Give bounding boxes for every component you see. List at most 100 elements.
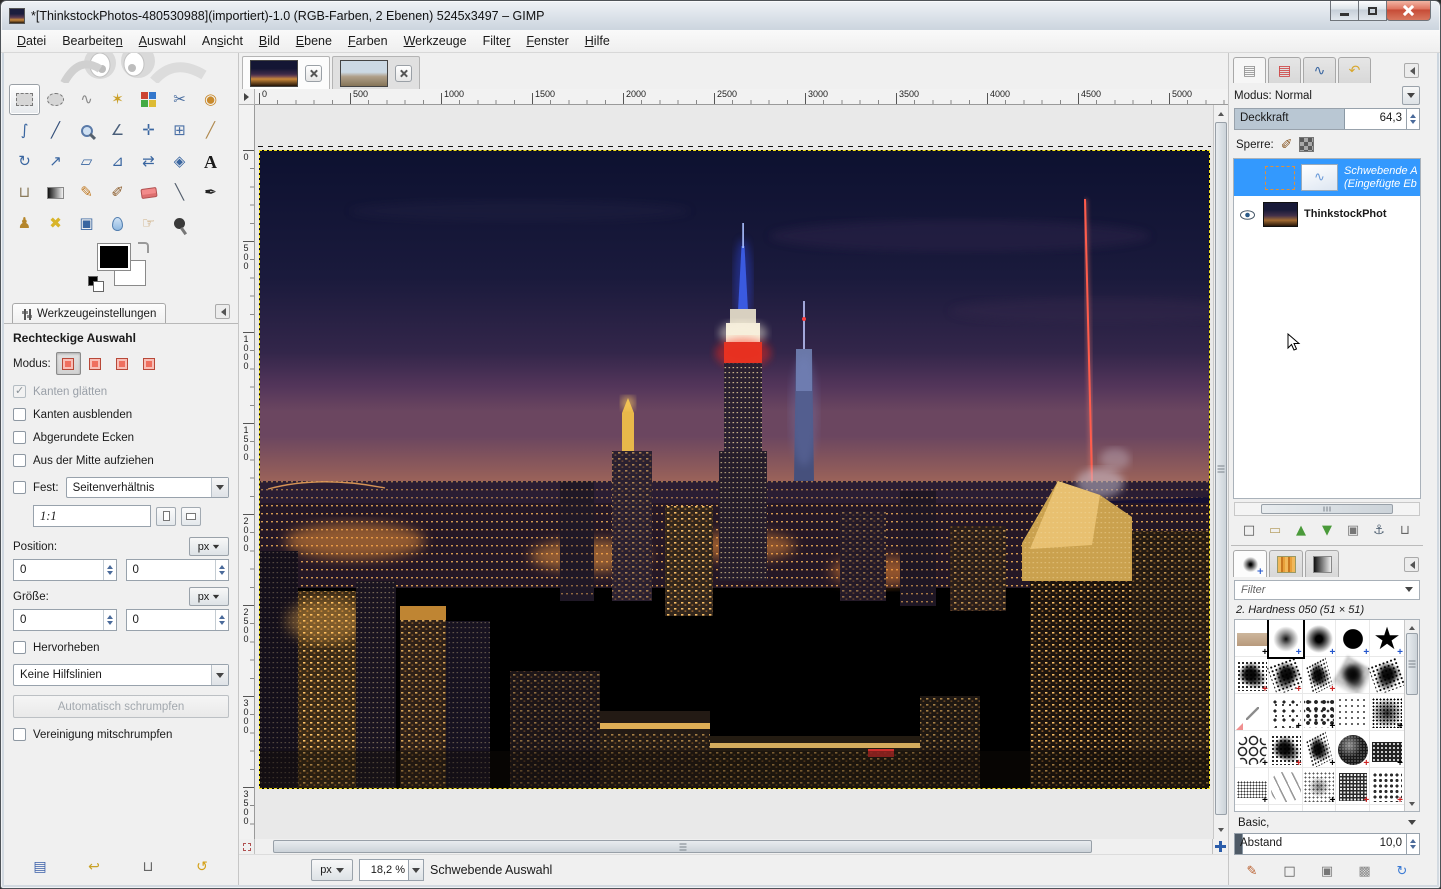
- brush-cell-0[interactable]: +: [1235, 620, 1269, 657]
- tool-clone[interactable]: ♟: [9, 208, 40, 239]
- brush-cell-8[interactable]: [1336, 657, 1370, 694]
- layers-tab[interactable]: ▤: [1233, 57, 1266, 83]
- tool-heal[interactable]: ✖: [40, 208, 71, 239]
- status-unit-dropdown[interactable]: px: [311, 859, 353, 881]
- ruler-corner-menu-button[interactable]: [239, 89, 255, 105]
- tool-color-picker[interactable]: ╱: [40, 115, 71, 146]
- brush-cell-7[interactable]: +: [1303, 657, 1337, 694]
- brush-cell-1[interactable]: +: [1269, 620, 1303, 657]
- brush-cell-5[interactable]: +: [1235, 657, 1269, 694]
- save-preset-button[interactable]: ▤: [28, 856, 52, 878]
- tool-ellipse-select[interactable]: [40, 84, 71, 115]
- tool-shear[interactable]: ▱: [71, 146, 102, 177]
- brush-cell-11[interactable]: +: [1269, 694, 1303, 731]
- brush-cell-21[interactable]: [1269, 768, 1303, 805]
- refresh-brushes-button[interactable]: ↻: [1391, 860, 1413, 882]
- brush-cell-20[interactable]: +: [1235, 768, 1269, 805]
- brush-cell-3[interactable]: +: [1336, 620, 1370, 657]
- opacity-slider[interactable]: Deckkraft 64,3: [1234, 108, 1407, 130]
- brush-cell-18[interactable]: +: [1336, 731, 1370, 768]
- menu-filter[interactable]: Filter: [475, 31, 519, 51]
- vertical-ruler[interactable]: 0500100015002000250030003500: [239, 105, 255, 839]
- raise-layer-button[interactable]: ▲: [1290, 519, 1312, 541]
- brushes-tab[interactable]: +: [1233, 550, 1267, 577]
- anchor-layer-button[interactable]: ⚓: [1368, 519, 1390, 541]
- menu-bearbeiten[interactable]: Bearbeiten: [54, 31, 130, 51]
- menu-auswahl[interactable]: Auswahl: [131, 31, 194, 51]
- guides-select[interactable]: Keine Hilfslinien: [13, 664, 229, 686]
- portrait-button[interactable]: [156, 507, 176, 526]
- landscape-button[interactable]: [181, 507, 201, 526]
- position-unit-dropdown[interactable]: px: [189, 537, 229, 556]
- restore-preset-button[interactable]: ↩: [82, 856, 106, 878]
- ratio-input[interactable]: 1:1: [33, 505, 151, 527]
- rounded-corners-checkbox[interactable]: [13, 431, 26, 444]
- tool-measure[interactable]: ∠: [102, 115, 133, 146]
- layer-row-floating[interactable]: ∿ Schwebende Auswahl (Eingefügte Ebene): [1234, 159, 1420, 196]
- menu-werkzeuge[interactable]: Werkzeuge: [396, 31, 475, 51]
- size-unit-dropdown[interactable]: px: [189, 587, 229, 606]
- new-layer-group-button[interactable]: ▭: [1264, 519, 1286, 541]
- image-layer-boundary[interactable]: [259, 150, 1210, 789]
- tool-crop[interactable]: ╱: [195, 115, 226, 146]
- brush-scrollbar[interactable]: [1404, 620, 1419, 811]
- title-bar[interactable]: *[ThinkstockPhotos-480530988](importiert…: [1, 1, 1440, 30]
- menu-hilfe[interactable]: Hilfe: [577, 31, 618, 51]
- delete-layer-button[interactable]: ⊔: [1394, 519, 1416, 541]
- tool-cage-transform[interactable]: ◈: [164, 146, 195, 177]
- navigation-button[interactable]: [1212, 839, 1228, 854]
- tool-rotate[interactable]: ↻: [9, 146, 40, 177]
- scroll-up-icon[interactable]: [1218, 109, 1224, 116]
- tool-fuzzy-select[interactable]: ✶: [102, 84, 133, 115]
- canvas-image[interactable]: [260, 151, 1209, 788]
- zoom-dropdown-button[interactable]: [408, 859, 424, 881]
- scroll-thumb[interactable]: [1261, 504, 1393, 514]
- brush-cell-16[interactable]: +: [1269, 731, 1303, 768]
- tool-paths[interactable]: ∫: [9, 115, 40, 146]
- tool-rectangle-select[interactable]: [9, 84, 40, 115]
- default-colors-icon[interactable]: [88, 276, 98, 286]
- layer-row-background[interactable]: ThinkstockPhot: [1234, 196, 1420, 233]
- brush-cell-6[interactable]: +: [1269, 657, 1303, 694]
- mode-intersect-button[interactable]: [137, 352, 162, 375]
- tool-select-by-color[interactable]: [133, 84, 164, 115]
- tool-pencil[interactable]: ✎: [71, 177, 102, 208]
- menu-ebene[interactable]: Ebene: [288, 31, 340, 51]
- close-button[interactable]: [1386, 1, 1431, 21]
- close-tab-icon[interactable]: [305, 65, 322, 82]
- lock-alpha-icon[interactable]: [1299, 137, 1314, 152]
- new-layer-button[interactable]: □: [1238, 519, 1260, 541]
- menu-bild[interactable]: Bild: [251, 31, 288, 51]
- scroll-down-icon[interactable]: [1218, 828, 1224, 835]
- layer-mode-dropdown[interactable]: [1402, 86, 1420, 105]
- opacity-spinner[interactable]: [1407, 108, 1420, 130]
- layer-list-scrollbar[interactable]: [1234, 502, 1420, 516]
- tool-airbrush[interactable]: ╲: [164, 177, 195, 208]
- duplicate-brush-button[interactable]: ▣: [1316, 860, 1338, 882]
- gradients-tab[interactable]: [1305, 550, 1339, 577]
- tool-perspective[interactable]: ⊿: [102, 146, 133, 177]
- tool-options-tab[interactable]: Werkzeugeinstellungen: [12, 303, 166, 323]
- tool-eraser[interactable]: [133, 177, 164, 208]
- tool-dodge-burn[interactable]: [164, 208, 195, 239]
- tool-ink[interactable]: ✒: [195, 177, 226, 208]
- visibility-toggle[interactable]: [1237, 210, 1257, 220]
- brush-scroll-thumb[interactable]: [1406, 633, 1418, 695]
- menu-ansicht[interactable]: Ansicht: [194, 31, 251, 51]
- brush-cell-15[interactable]: +: [1235, 731, 1269, 768]
- tool-flip[interactable]: ⇄: [133, 146, 164, 177]
- brush-cell-9[interactable]: [1370, 657, 1404, 694]
- image-tab-night[interactable]: [242, 56, 330, 89]
- tool-foreground-select[interactable]: ◉: [195, 84, 226, 115]
- brush-cell-2[interactable]: +: [1303, 620, 1337, 657]
- brush-cell-12[interactable]: +: [1303, 694, 1337, 731]
- maximize-button[interactable]: [1358, 1, 1387, 21]
- feather-checkbox[interactable]: [13, 408, 26, 421]
- tool-zoom[interactable]: [71, 115, 102, 146]
- tool-blend[interactable]: [40, 177, 71, 208]
- brush-filter-input[interactable]: Filter: [1234, 580, 1420, 600]
- brush-cell-19[interactable]: +: [1370, 731, 1404, 768]
- swap-colors-icon[interactable]: [138, 242, 149, 253]
- menu-farben[interactable]: Farben: [340, 31, 396, 51]
- color-selector[interactable]: [94, 242, 158, 294]
